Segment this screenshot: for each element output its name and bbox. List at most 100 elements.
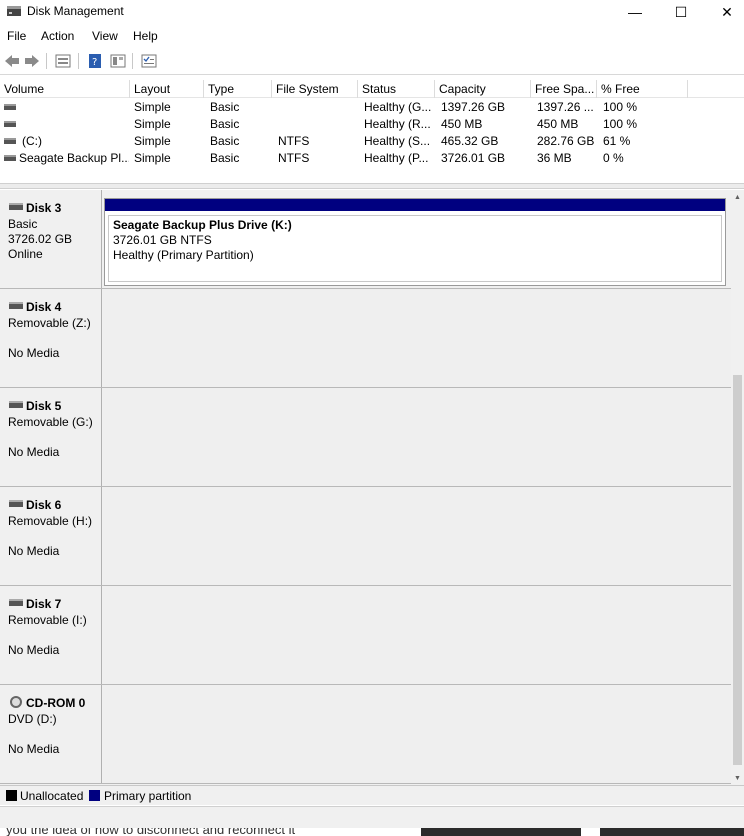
disk-label[interactable]: Disk 7 Removable (I:) No Media <box>0 586 102 684</box>
scroll-up-icon[interactable]: ▲ <box>731 190 744 204</box>
cell-layout: Simple <box>134 151 171 165</box>
disk-row-disk-3[interactable]: Disk 3 Basic 3726.02 GB Online Seagate B… <box>0 190 731 289</box>
toolbar: ? <box>0 49 744 75</box>
disk-list-icon[interactable] <box>53 52 73 70</box>
background-page: you the idea of how to disconnect and re… <box>0 828 744 836</box>
column-percent-free[interactable]: % Free <box>597 80 688 98</box>
drive-icon <box>4 155 16 161</box>
status-bar <box>0 806 744 828</box>
column-status[interactable]: Status <box>358 80 435 98</box>
background-dark-block <box>421 828 581 836</box>
cell-percent-free: 61 % <box>603 134 631 148</box>
cell-free-space: 450 MB <box>537 117 579 131</box>
maximize-button[interactable]: ☐ <box>658 0 704 24</box>
properties-icon[interactable] <box>108 52 128 70</box>
volume-list[interactable]: Volume Layout Type File System Status Ca… <box>0 80 744 182</box>
disk-row-disk-5[interactable]: Disk 5 Removable (G:) No Media <box>0 388 731 487</box>
disk-type: Basic <box>8 217 38 231</box>
disk-empty-area[interactable] <box>103 289 731 387</box>
cell-layout: Simple <box>134 117 171 131</box>
disk-status: No Media <box>8 643 60 657</box>
disk-label[interactable]: Disk 4 Removable (Z:) No Media <box>0 289 102 387</box>
disk-empty-area[interactable] <box>103 487 731 585</box>
table-row[interactable]: Simple Basic Healthy (G... 1397.26 GB 13… <box>0 99 744 116</box>
disk-row-disk-4[interactable]: Disk 4 Removable (Z:) No Media <box>0 289 731 388</box>
scroll-down-icon[interactable]: ▼ <box>731 771 744 785</box>
legend-primary-partition: Primary partition <box>104 789 192 803</box>
cell-layout: Simple <box>134 134 171 148</box>
legend-unallocated: Unallocated <box>20 789 84 803</box>
back-arrow-icon[interactable] <box>2 52 22 70</box>
removable-disk-icon <box>9 401 23 408</box>
cell-free-space: 1397.26 ... <box>537 100 594 114</box>
disk-type: Removable (H:) <box>8 514 93 528</box>
drive-icon <box>4 104 16 110</box>
partition-block[interactable]: Seagate Backup Plus Drive (K:) 3726.01 G… <box>104 198 726 286</box>
cell-file-system: NTFS <box>278 134 310 148</box>
partition-details: Seagate Backup Plus Drive (K:) 3726.01 G… <box>108 215 722 282</box>
disk-empty-area[interactable] <box>103 685 731 783</box>
disk-empty-area[interactable] <box>103 586 731 684</box>
unallocated-swatch <box>6 790 17 801</box>
column-free-space[interactable]: Free Spa... <box>531 80 597 98</box>
disk-map: Disk 3 Basic 3726.02 GB Online Seagate B… <box>0 190 744 785</box>
menu-view[interactable]: View <box>92 29 118 43</box>
table-row[interactable]: Seagate Backup Pl... Simple Basic NTFS H… <box>0 150 744 167</box>
table-row[interactable]: (C:) Simple Basic NTFS Healthy (S... 465… <box>0 133 744 150</box>
column-capacity[interactable]: Capacity <box>435 80 531 98</box>
drive-icon <box>4 121 16 127</box>
primary-partition-swatch <box>89 790 100 801</box>
partition-size: 3726.01 GB NTFS <box>113 233 212 247</box>
forward-arrow-icon[interactable] <box>22 52 42 70</box>
title-bar: Disk Management — ☐ ✕ <box>0 0 744 24</box>
disk-name: Disk 5 <box>26 399 62 413</box>
close-button[interactable]: ✕ <box>704 0 744 24</box>
legend: Unallocated Primary partition <box>0 785 744 805</box>
disk-row-disk-7[interactable]: Disk 7 Removable (I:) No Media <box>0 586 731 685</box>
disk-label[interactable]: Disk 3 Basic 3726.02 GB Online <box>0 190 102 288</box>
disk-label[interactable]: Disk 5 Removable (G:) No Media <box>0 388 102 486</box>
disk-label[interactable]: CD-ROM 0 DVD (D:) No Media <box>0 685 102 783</box>
cd-rom-icon <box>10 696 22 708</box>
column-layout[interactable]: Layout <box>130 80 204 98</box>
cell-percent-free: 0 % <box>603 151 624 165</box>
cell-capacity: 450 MB <box>441 117 483 131</box>
disk-name: Disk 4 <box>26 300 62 314</box>
removable-disk-icon <box>9 302 23 309</box>
menu-action[interactable]: Action <box>41 29 74 43</box>
partition-title: Seagate Backup Plus Drive (K:) <box>113 218 292 232</box>
partition-status: Healthy (Primary Partition) <box>113 248 254 262</box>
menu-file[interactable]: File <box>7 29 26 43</box>
column-volume[interactable]: Volume <box>0 80 130 98</box>
pane-splitter[interactable] <box>0 183 744 189</box>
disk-status: Online <box>8 247 43 261</box>
disk-status: No Media <box>8 742 60 756</box>
disk-name: Disk 7 <box>26 597 62 611</box>
disk-management-icon <box>7 6 21 16</box>
menu-help[interactable]: Help <box>133 29 158 43</box>
removable-disk-icon <box>9 599 23 606</box>
minimize-button[interactable]: — <box>612 0 658 24</box>
disk-row-cd-rom-0[interactable]: CD-ROM 0 DVD (D:) No Media <box>0 685 731 784</box>
disk-name: Disk 6 <box>26 498 62 512</box>
disk-name: Disk 3 <box>26 201 62 215</box>
cell-capacity: 465.32 GB <box>441 134 499 148</box>
help-icon[interactable]: ? <box>85 52 105 70</box>
column-file-system[interactable]: File System <box>272 80 358 98</box>
checklist-icon[interactable] <box>139 52 159 70</box>
cell-volume: Seagate Backup Pl... <box>19 151 129 165</box>
cell-percent-free: 100 % <box>603 117 638 131</box>
vertical-scrollbar[interactable]: ▲ ▼ <box>731 190 744 785</box>
scrollbar-thumb[interactable] <box>733 375 742 765</box>
disk-type: Removable (I:) <box>8 613 87 627</box>
disk-label[interactable]: Disk 6 Removable (H:) No Media <box>0 487 102 585</box>
column-type[interactable]: Type <box>204 80 272 98</box>
disk-row-disk-6[interactable]: Disk 6 Removable (H:) No Media <box>0 487 731 586</box>
disk-size: 3726.02 GB <box>8 232 73 246</box>
disk-empty-area[interactable] <box>103 388 731 486</box>
cell-type: Basic <box>210 100 240 114</box>
cell-free-space: 282.76 GB <box>537 134 595 148</box>
table-row[interactable]: Simple Basic Healthy (R... 450 MB 450 MB… <box>0 116 744 133</box>
disk-status: No Media <box>8 544 60 558</box>
disk-name: CD-ROM 0 <box>26 696 86 710</box>
